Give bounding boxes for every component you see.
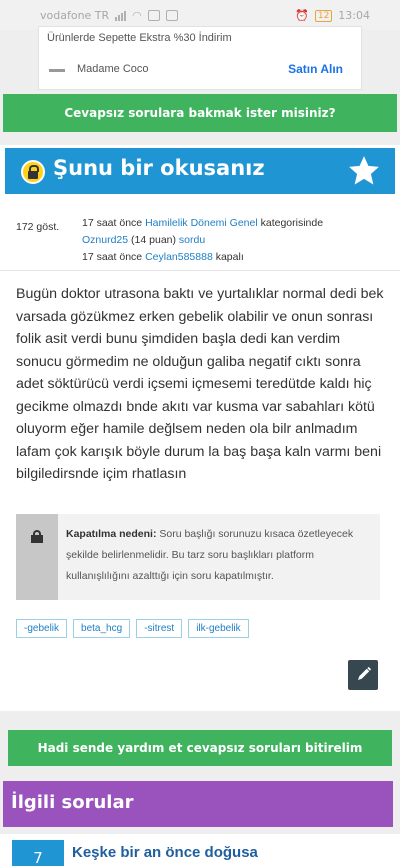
unanswered-questions-button[interactable]: Cevapsız sorulara bakmak ister misiniz? bbox=[3, 94, 397, 132]
closer-link[interactable]: Ceylan585888 bbox=[145, 251, 213, 263]
related-item[interactable]: 7 Keşke bir an önce doğusa bbox=[0, 834, 400, 866]
pencil-icon bbox=[358, 666, 372, 680]
ad-logo-icon bbox=[49, 69, 65, 72]
asker-points: (14 puan) bbox=[131, 234, 176, 246]
edit-button[interactable] bbox=[348, 660, 378, 690]
tag[interactable]: ilk-gebelik bbox=[188, 619, 249, 638]
lock-icon bbox=[21, 160, 45, 184]
ad-buy-button[interactable]: Satın Alın bbox=[288, 62, 343, 76]
carrier-name: vodafone TR bbox=[40, 9, 110, 22]
asker-link[interactable]: Oznurd25 bbox=[82, 234, 128, 246]
category-link[interactable]: Hamilelik Dönemi Genel bbox=[145, 217, 258, 229]
related-title[interactable]: Keşke bir an önce doğusa bbox=[72, 844, 258, 861]
tag-list: -gebelik beta_hcg -sitrest ilk-gebelik bbox=[16, 619, 249, 638]
question-title: Şunu bir okusanız bbox=[53, 156, 265, 180]
signal-icon bbox=[115, 10, 127, 21]
tag[interactable]: -sitrest bbox=[136, 619, 183, 638]
facebook-icon bbox=[165, 10, 178, 21]
wifi-icon: ◠ bbox=[132, 9, 142, 22]
ad-banner[interactable]: Ürünlerde Sepette Ekstra %30 İndirim Mad… bbox=[38, 26, 362, 90]
divider bbox=[0, 270, 400, 271]
closed-label: kapalı bbox=[215, 251, 244, 263]
closed-time: 17 saat önce bbox=[82, 251, 143, 263]
view-count: 172 göst. bbox=[16, 221, 60, 233]
related-header: İlgili sorular bbox=[3, 781, 393, 827]
alarm-icon: ⏰ bbox=[295, 9, 309, 22]
tag[interactable]: -gebelik bbox=[16, 619, 68, 638]
close-reason-label: Kapatılma nedeni: bbox=[66, 528, 157, 540]
tag[interactable]: beta_hcg bbox=[73, 619, 131, 638]
question-header: Şunu bir okusanız bbox=[5, 148, 395, 194]
ad-title: Ürünlerde Sepette Ekstra %30 İndirim bbox=[47, 32, 232, 44]
clock: 13:04 bbox=[338, 9, 370, 22]
star-icon[interactable] bbox=[347, 154, 381, 188]
asked-time: 17 saat önce bbox=[82, 217, 143, 229]
related-heading: İlgili sorular bbox=[11, 792, 134, 813]
lock-icon bbox=[31, 530, 43, 543]
question-body: Bugün doktor utrasona baktı ve yurtalıkl… bbox=[16, 286, 384, 482]
notification-icon bbox=[147, 10, 160, 21]
asked-link[interactable]: sordu bbox=[179, 234, 205, 246]
answer-count: 7 bbox=[12, 840, 64, 866]
help-unanswered-button[interactable]: Hadi sende yardım et cevapsız soruları b… bbox=[8, 730, 392, 766]
ad-brand: Madame Coco bbox=[77, 63, 149, 75]
battery-icon: 12 bbox=[314, 9, 333, 22]
category-suffix: kategorisinde bbox=[260, 217, 324, 229]
closed-notice: Kapatılma nedeni: Soru başlığı sorunuzu … bbox=[16, 514, 380, 600]
question-card: Şunu bir okusanız 172 göst. 17 saat önce… bbox=[0, 145, 400, 711]
